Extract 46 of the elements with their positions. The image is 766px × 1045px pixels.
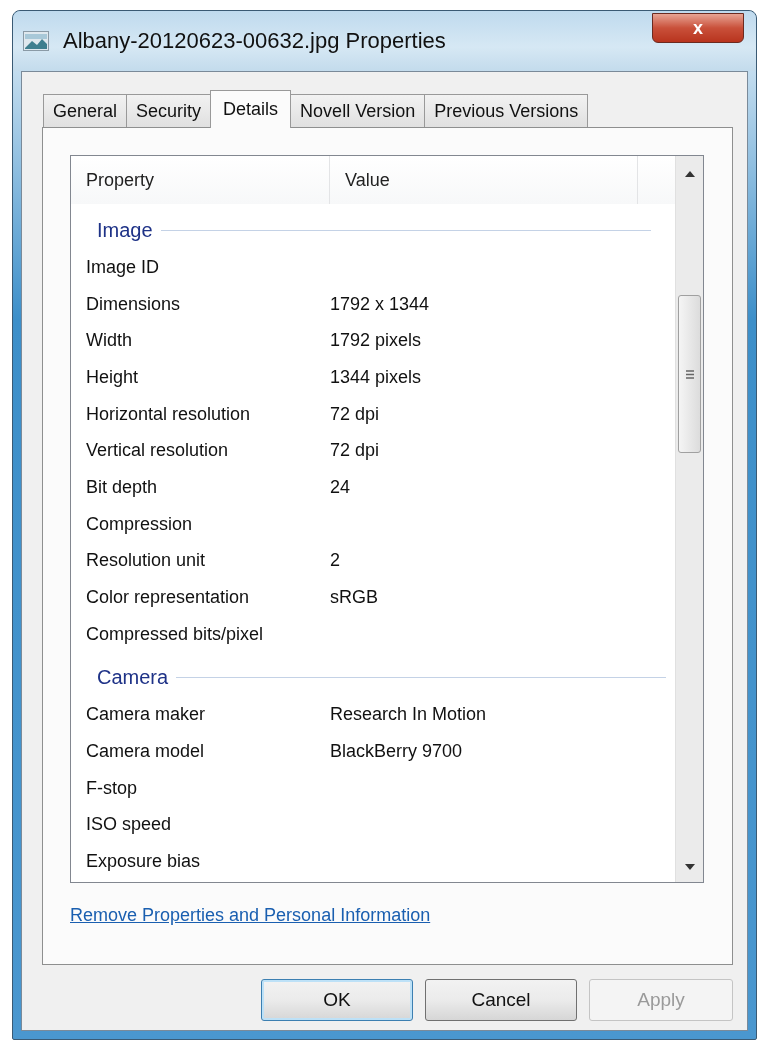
window-title: Albany-20120623-00632.jpg Properties (63, 28, 447, 54)
property-name: Camera model (86, 741, 205, 762)
property-name: ISO speed (86, 814, 172, 835)
property-name: F-stop (86, 777, 137, 798)
property-name: Resolution unit (86, 550, 206, 571)
column-header[interactable]: Value (330, 156, 638, 204)
tab[interactable]: Previous Versions (424, 94, 589, 127)
property-value: sRGB (330, 587, 378, 608)
property-value: BlackBerry 9700 (330, 741, 463, 762)
close-button[interactable]: x (652, 13, 744, 43)
dialog-button[interactable]: Cancel (425, 979, 577, 1021)
property-name: Image ID (86, 256, 160, 277)
tab[interactable]: Details (210, 90, 292, 128)
column-header[interactable]: Property (71, 156, 330, 204)
property-name: Camera maker (86, 704, 206, 725)
property-value: 24 (330, 476, 351, 497)
tab[interactable]: Security (126, 94, 212, 127)
property-name: Exposure bias (86, 851, 201, 872)
group-heading: Camera (97, 666, 169, 690)
scroll-up-icon[interactable] (684, 171, 695, 177)
property-value: Research In Motion (330, 704, 487, 725)
grip-icon (685, 369, 694, 379)
property-value: 72 dpi (330, 440, 380, 461)
scroll-thumb[interactable] (678, 295, 701, 453)
property-value: 72 dpi (330, 403, 380, 424)
property-name: Dimensions (86, 293, 181, 314)
dialog-button[interactable]: OK (261, 979, 413, 1021)
property-value: 1792 pixels (330, 330, 422, 351)
property-name: Bit depth (86, 476, 158, 497)
property-name: Height (86, 366, 139, 387)
property-name: Compressed bits/pixel (86, 623, 264, 644)
property-name: Color representation (86, 587, 250, 608)
property-value: 2 (330, 550, 340, 571)
tab[interactable]: Novell Version (290, 94, 426, 127)
property-value: 1344 pixels (330, 366, 422, 387)
property-name: Horizontal resolution (86, 403, 251, 424)
image-file-icon (23, 31, 49, 51)
remove-properties-link[interactable]: Remove Properties and Personal Information (70, 905, 431, 926)
property-value: 1792 x 1344 (330, 293, 430, 314)
scrollbar[interactable] (675, 156, 703, 882)
property-name: Vertical resolution (86, 440, 229, 461)
group-heading: Image (97, 218, 153, 242)
scroll-down-icon[interactable] (684, 864, 695, 870)
tab[interactable]: General (43, 94, 128, 127)
property-name: Compression (86, 513, 193, 534)
property-name: Width (86, 330, 132, 351)
